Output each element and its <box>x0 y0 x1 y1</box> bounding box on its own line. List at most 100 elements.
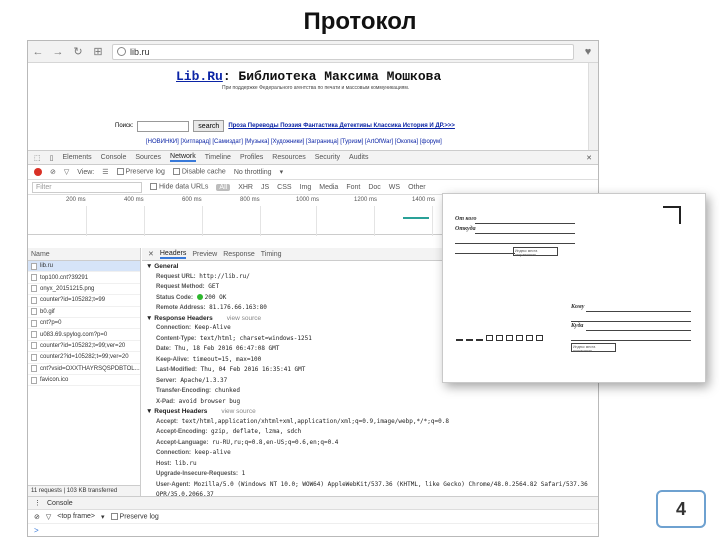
filter-type-other[interactable]: Other <box>408 184 426 191</box>
page-number-badge: 4 <box>656 490 706 528</box>
tab-network[interactable]: Network <box>170 153 196 162</box>
heart-icon[interactable]: ♥ <box>582 46 594 58</box>
file-icon <box>31 296 37 304</box>
request-item[interactable]: counter2?id=105282;t=99;ver=20 <box>28 352 140 364</box>
sender-index-box: Индекс места отправления <box>513 247 558 257</box>
filter-type-xhr[interactable]: XHR <box>238 184 253 191</box>
header-row: Transfer-Encoding: chunked <box>156 387 240 394</box>
view-source-link[interactable]: view source <box>221 408 255 415</box>
view-source-link[interactable]: view source <box>227 315 261 322</box>
filter-type-css[interactable]: CSS <box>277 184 291 191</box>
tab-preview[interactable]: Preview <box>192 251 217 258</box>
search-button[interactable]: search <box>193 120 225 132</box>
header-row: Accept: text/html,application/xhtml+xml,… <box>156 417 449 425</box>
request-item[interactable]: cnt?vsid=OXXTHAYRSQSPDBTOL... <box>28 364 140 375</box>
address-line <box>455 243 575 244</box>
hide-data-urls-checkbox[interactable]: Hide data URLs <box>150 183 208 191</box>
search-label: Поиск: <box>115 123 134 129</box>
request-item[interactable]: b0.gif <box>28 307 140 318</box>
grid-icon[interactable]: ⊞ <box>92 46 104 58</box>
category-links[interactable]: [НОВИНКИ] [Хитпарад] [Самиздат] [Музыка]… <box>146 139 442 145</box>
timeline-tick: 400 ms <box>124 197 145 236</box>
back-icon[interactable]: ← <box>32 46 44 58</box>
request-item[interactable]: cnt?p=0 <box>28 318 140 330</box>
tab-sources[interactable]: Sources <box>135 154 161 161</box>
console-preserve-log-checkbox[interactable]: Preserve log <box>110 512 159 520</box>
reload-icon[interactable]: ↻ <box>72 46 84 58</box>
more-icon[interactable]: ⋮ <box>34 499 41 507</box>
search-links[interactable]: Проза Переводы Поэзия Фантастика Детекти… <box>228 123 455 129</box>
tab-timing[interactable]: Timing <box>261 251 282 258</box>
request-item[interactable]: favicon.ico <box>28 375 140 387</box>
request-item[interactable]: counter?id=105282;t=99;ver=20 <box>28 341 140 353</box>
filter-type-ws[interactable]: WS <box>389 184 400 191</box>
tab-response[interactable]: Response <box>223 251 255 258</box>
filter-input[interactable]: Filter <box>32 181 142 193</box>
filter-type-doc[interactable]: Doc <box>368 184 380 191</box>
request-item[interactable]: lib.ru <box>28 261 140 273</box>
close-details-icon[interactable]: ✕ <box>148 250 154 258</box>
search-row: Поиск: search Проза Переводы Поэзия Фант… <box>115 120 455 132</box>
site-name-link[interactable]: Lib.Ru <box>176 69 223 84</box>
tab-elements[interactable]: Elements <box>62 154 91 161</box>
page-scrollbar[interactable] <box>588 63 598 150</box>
postal-code-squares <box>456 335 543 341</box>
request-item[interactable]: u083.69.spylog.com?p=0 <box>28 329 140 341</box>
tab-resources[interactable]: Resources <box>272 154 305 161</box>
file-icon <box>31 342 37 350</box>
inspect-icon[interactable]: ⬚ <box>34 154 41 162</box>
tab-console[interactable]: Console <box>101 154 127 161</box>
envelope: От кого Откуда Индекс места отправления … <box>451 202 699 376</box>
chevron-down-icon[interactable]: ▾ <box>101 513 105 521</box>
device-icon[interactable]: ▯ <box>50 154 54 162</box>
clear-console-icon[interactable]: ⊘ <box>34 513 40 521</box>
record-icon[interactable] <box>34 168 42 176</box>
console-drawer: ⋮ Console ⊘ ▽ <top frame> ▾ Preserve log… <box>28 496 598 536</box>
globe-icon <box>117 47 126 56</box>
tab-audits[interactable]: Audits <box>349 154 368 161</box>
close-icon[interactable]: ✕ <box>586 154 592 162</box>
header-row: Accept-Encoding: gzip, deflate, lzma, sd… <box>156 428 302 435</box>
request-item[interactable]: onyx_20151215.png <box>28 284 140 296</box>
chevron-down-icon[interactable]: ▾ <box>280 168 284 176</box>
clear-icon[interactable]: ⊘ <box>50 168 56 176</box>
to-where-line <box>586 330 691 331</box>
web-page: Lib.Ru: Библиотека Максима Мошкова При п… <box>28 63 598 151</box>
preserve-log-checkbox[interactable]: Preserve log <box>116 168 165 176</box>
timeline-tick: 1200 ms <box>354 197 378 236</box>
file-icon <box>31 376 37 384</box>
address-bar[interactable]: lib.ru <box>112 43 574 60</box>
filter-type-img[interactable]: Img <box>300 184 312 191</box>
tab-console-drawer[interactable]: Console <box>47 500 73 507</box>
tab-security[interactable]: Security <box>315 154 340 161</box>
forward-icon[interactable]: → <box>52 46 64 58</box>
from-where-line <box>475 233 575 234</box>
list-view-icon[interactable]: ☰ <box>102 168 108 176</box>
filter-type-media[interactable]: Media <box>319 184 338 191</box>
tab-profiles[interactable]: Profiles <box>240 154 263 161</box>
request-item[interactable]: counter?id=105282;t=99 <box>28 295 140 307</box>
console-filter-icon[interactable]: ▽ <box>46 513 51 521</box>
address-line <box>571 340 691 341</box>
disable-cache-checkbox[interactable]: Disable cache <box>172 168 226 176</box>
request-item[interactable]: top100.cnt?39291 <box>28 272 140 284</box>
filter-icon[interactable]: ▽ <box>64 168 69 176</box>
tab-timeline[interactable]: Timeline <box>205 154 231 161</box>
throttling-select[interactable]: No throttling <box>234 169 272 176</box>
frame-select[interactable]: <top frame> <box>57 513 95 520</box>
file-icon <box>31 274 37 282</box>
filter-type-all[interactable]: All <box>216 183 231 191</box>
filter-type-font[interactable]: Font <box>346 184 360 191</box>
name-column-header[interactable]: Name <box>28 248 140 261</box>
file-icon <box>31 285 37 293</box>
filter-type-js[interactable]: JS <box>261 184 269 191</box>
console-prompt[interactable]: > <box>28 524 598 536</box>
tab-headers[interactable]: Headers <box>159 250 187 259</box>
search-input[interactable] <box>137 120 190 132</box>
request-headers-section-title[interactable]: ▼ Request Headers view source <box>146 407 594 417</box>
site-title-rest: : Библиотека Максима Мошкова <box>222 69 442 84</box>
recipient-index-box: Индекс места назначения <box>571 343 616 353</box>
header-row: Accept-Language: ru-RU,ru;q=0.8,en-US;q=… <box>156 438 339 446</box>
address-line <box>455 253 515 254</box>
console-toolbar: ⊘ ▽ <top frame> ▾ Preserve log <box>28 510 598 524</box>
